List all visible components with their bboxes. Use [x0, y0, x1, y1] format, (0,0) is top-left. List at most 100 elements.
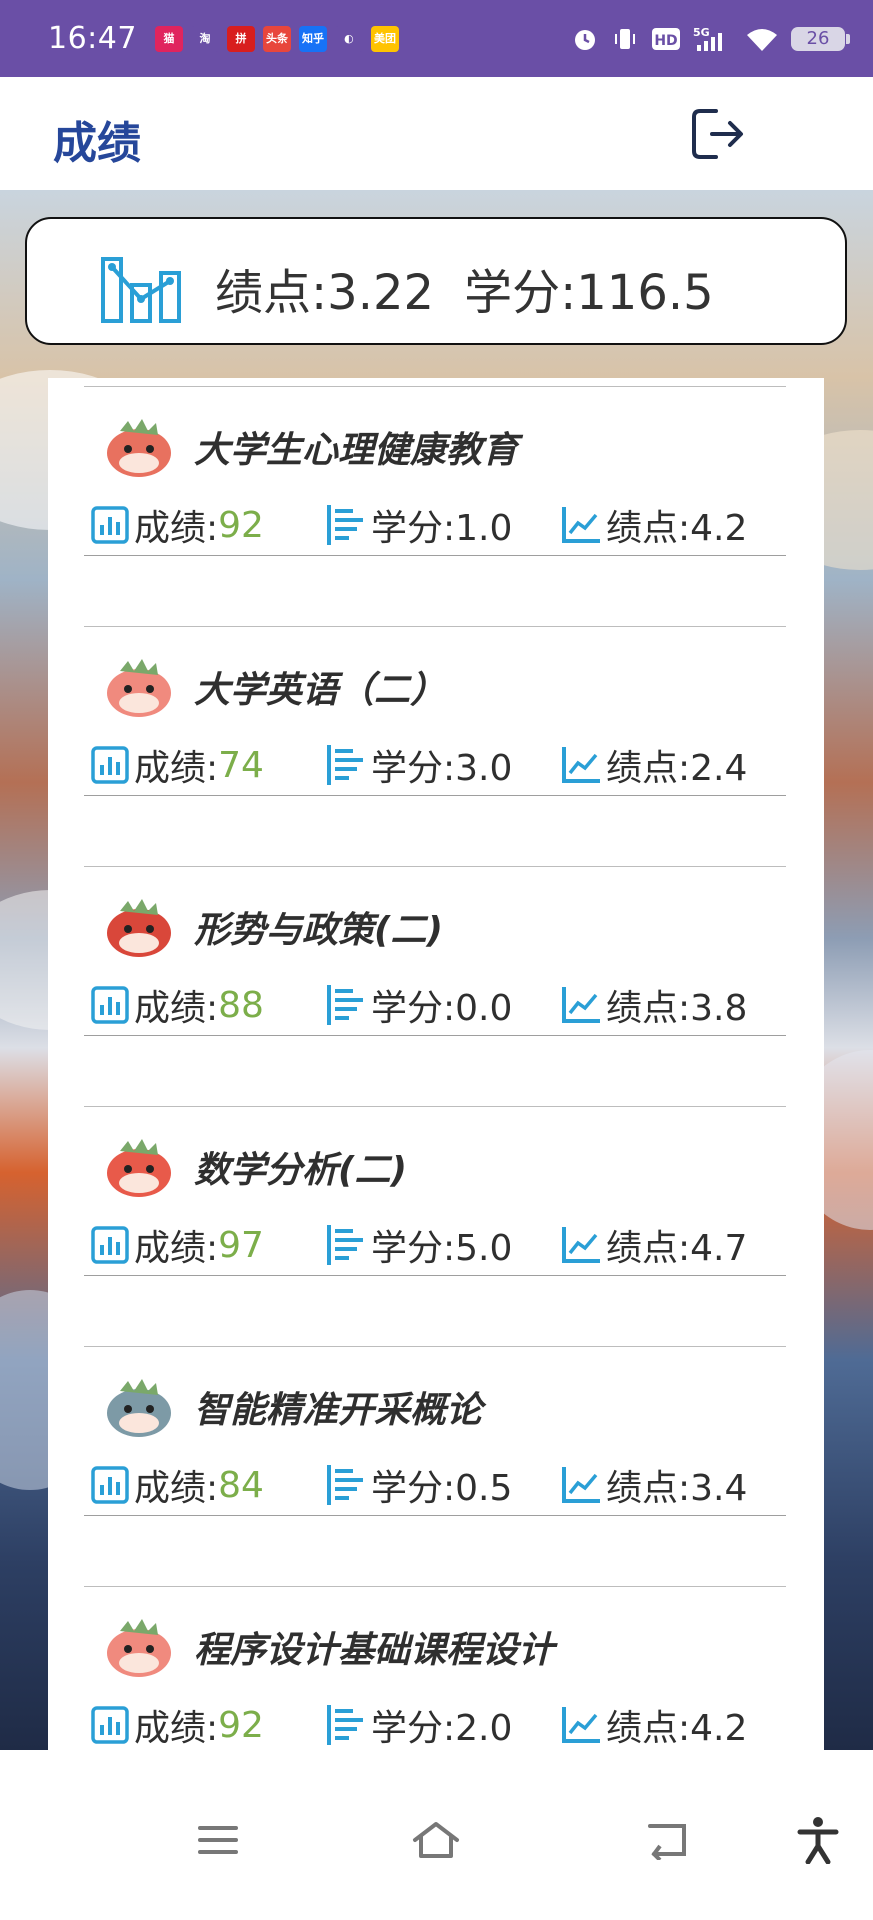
course-score: 成绩: 84 [90, 1459, 264, 1511]
svg-text:HD: HD [654, 33, 677, 49]
course-credit: 学分:0.5 [325, 1459, 512, 1511]
list-bars-icon [327, 1225, 363, 1265]
score-value: 92 [218, 504, 264, 546]
course-score: 成绩: 88 [90, 979, 264, 1031]
menu-button[interactable] [188, 1810, 248, 1870]
content-area[interactable]: 绩点:3.22 学分:116.5 大学生心理健康教育 成绩: 92 学分:1.0 绩点:4… [0, 190, 873, 1750]
app-header: 成绩 [0, 77, 873, 190]
list-bars-icon [327, 1705, 363, 1745]
score-value: 92 [218, 1704, 264, 1746]
credit-value: 学分:1.0 [371, 508, 513, 549]
course-score: 成绩: 92 [90, 499, 264, 551]
line-chart-icon [562, 507, 600, 543]
score-value: 97 [218, 1224, 264, 1266]
wifi-icon [745, 25, 779, 53]
course-gpa: 绩点:4.2 [560, 499, 747, 551]
course-name: 程序设计基础课程设计 [194, 1630, 555, 1671]
notification-icon: 拼 [226, 25, 255, 52]
course-credit: 学分:0.0 [325, 979, 512, 1031]
course-gpa: 绩点:3.8 [560, 979, 747, 1031]
course-score: 成绩: 74 [90, 739, 264, 791]
score-label: 成绩: [134, 1468, 219, 1509]
course-avatar [100, 1373, 178, 1439]
course-avatar [100, 1613, 178, 1679]
course-item[interactable]: 形势与政策(二) 成绩: 88 学分:0.0 绩点:3.8 [84, 866, 786, 1037]
gpa-value: 绩点:3.4 [606, 1468, 748, 1509]
course-avatar [100, 413, 178, 479]
gpa-value: 绩点:4.2 [606, 1708, 748, 1749]
divider [84, 1275, 786, 1276]
logout-icon [692, 109, 743, 159]
divider [84, 1035, 786, 1036]
list-bars-icon [327, 985, 363, 1025]
course-item[interactable]: 大学英语（二） 成绩: 74 学分:3.0 绩点:2.4 [84, 626, 786, 797]
course-name: 形势与政策(二) [194, 910, 443, 951]
gpa-value: 绩点:2.4 [606, 748, 748, 789]
vibrate-icon [611, 25, 639, 53]
notification-icon: 知乎 [298, 25, 327, 52]
credit-value: 学分:5.0 [371, 1228, 513, 1269]
alarm-icon [571, 25, 599, 53]
divider [84, 795, 786, 796]
line-chart-icon [562, 987, 600, 1023]
score-label: 成绩: [134, 748, 219, 789]
gpa-summary: 绩点:3.22 [215, 265, 435, 321]
back-icon [648, 1824, 686, 1860]
course-gpa: 绩点:2.4 [560, 739, 747, 791]
back-button[interactable] [637, 1810, 697, 1870]
signal-icon: 5G [693, 25, 733, 53]
line-chart-icon [562, 1467, 600, 1503]
list-bars-icon [327, 1465, 363, 1505]
menu-icon [198, 1826, 238, 1854]
list-bars-icon [327, 745, 363, 785]
course-credit: 学分:1.0 [325, 499, 512, 551]
course-item[interactable]: 数学分析(二) 成绩: 97 学分:5.0 绩点:4.7 [84, 1106, 786, 1277]
score-label: 成绩: [134, 508, 219, 549]
divider [84, 555, 786, 556]
summary-card: 绩点:3.22 学分:116.5 [25, 217, 847, 345]
course-item[interactable]: 智能精准开采概论成绩: 84 学分:0.5 绩点:3.4 [84, 1346, 786, 1517]
gpa-value: 绩点:4.7 [606, 1228, 748, 1269]
course-name: 数学分析(二) [194, 1150, 407, 1191]
line-chart-icon [562, 1227, 600, 1263]
score-label: 成绩: [134, 1228, 219, 1269]
chart-icon [97, 237, 185, 331]
course-avatar [100, 1133, 178, 1199]
course-score: 成绩: 92 [90, 1699, 264, 1750]
page-title: 成绩 [53, 118, 141, 169]
course-list[interactable]: 大学生心理健康教育 成绩: 92 学分:1.0 绩点:4.2 大学英语（二） 成绩: 74 学分… [48, 378, 824, 1750]
course-credit: 学分:3.0 [325, 739, 512, 791]
score-value: 88 [218, 984, 264, 1026]
notification-icon: 头条 [262, 25, 291, 52]
credit-value: 学分:0.5 [371, 1468, 513, 1509]
course-name: 大学生心理健康教育 [194, 430, 519, 471]
credit-value: 学分:0.0 [371, 988, 513, 1029]
bar-chart-icon [91, 746, 129, 784]
bar-chart-icon [91, 506, 129, 544]
summary-text: 绩点:3.22 学分:116.5 [215, 253, 744, 323]
notification-icon: 猫 [154, 25, 183, 52]
credit-value: 学分:3.0 [371, 748, 513, 789]
logout-button[interactable] [684, 101, 750, 167]
course-name: 大学英语（二） [194, 670, 447, 711]
bar-chart-icon [91, 1706, 129, 1744]
svg-text:5G: 5G [693, 26, 710, 39]
course-score: 成绩: 97 [90, 1219, 264, 1271]
status-bar: 16:47 猫 淘 拼 头条 知乎 ◐ 美团 HD 5G 26 [0, 0, 873, 77]
accessibility-button[interactable] [788, 1810, 848, 1870]
gpa-value: 绩点:3.8 [606, 988, 748, 1029]
divider [84, 1515, 786, 1516]
line-chart-icon [562, 1707, 600, 1743]
notification-icon: 淘 [190, 25, 219, 52]
course-item[interactable]: 程序设计基础课程设计成绩: 92 学分:2.0 绩点:4.2 [84, 1586, 786, 1750]
course-gpa: 绩点:3.4 [560, 1459, 747, 1511]
course-credit: 学分:2.0 [325, 1699, 512, 1750]
home-button[interactable] [406, 1810, 466, 1870]
bar-chart-icon [91, 1466, 129, 1504]
score-label: 成绩: [134, 988, 219, 1029]
course-credit: 学分:5.0 [325, 1219, 512, 1271]
course-avatar [100, 653, 178, 719]
course-name: 智能精准开采概论 [194, 1390, 483, 1431]
course-item[interactable]: 大学生心理健康教育成绩: 92 学分:1.0 绩点:4.2 [84, 386, 786, 557]
line-chart-icon [562, 747, 600, 783]
